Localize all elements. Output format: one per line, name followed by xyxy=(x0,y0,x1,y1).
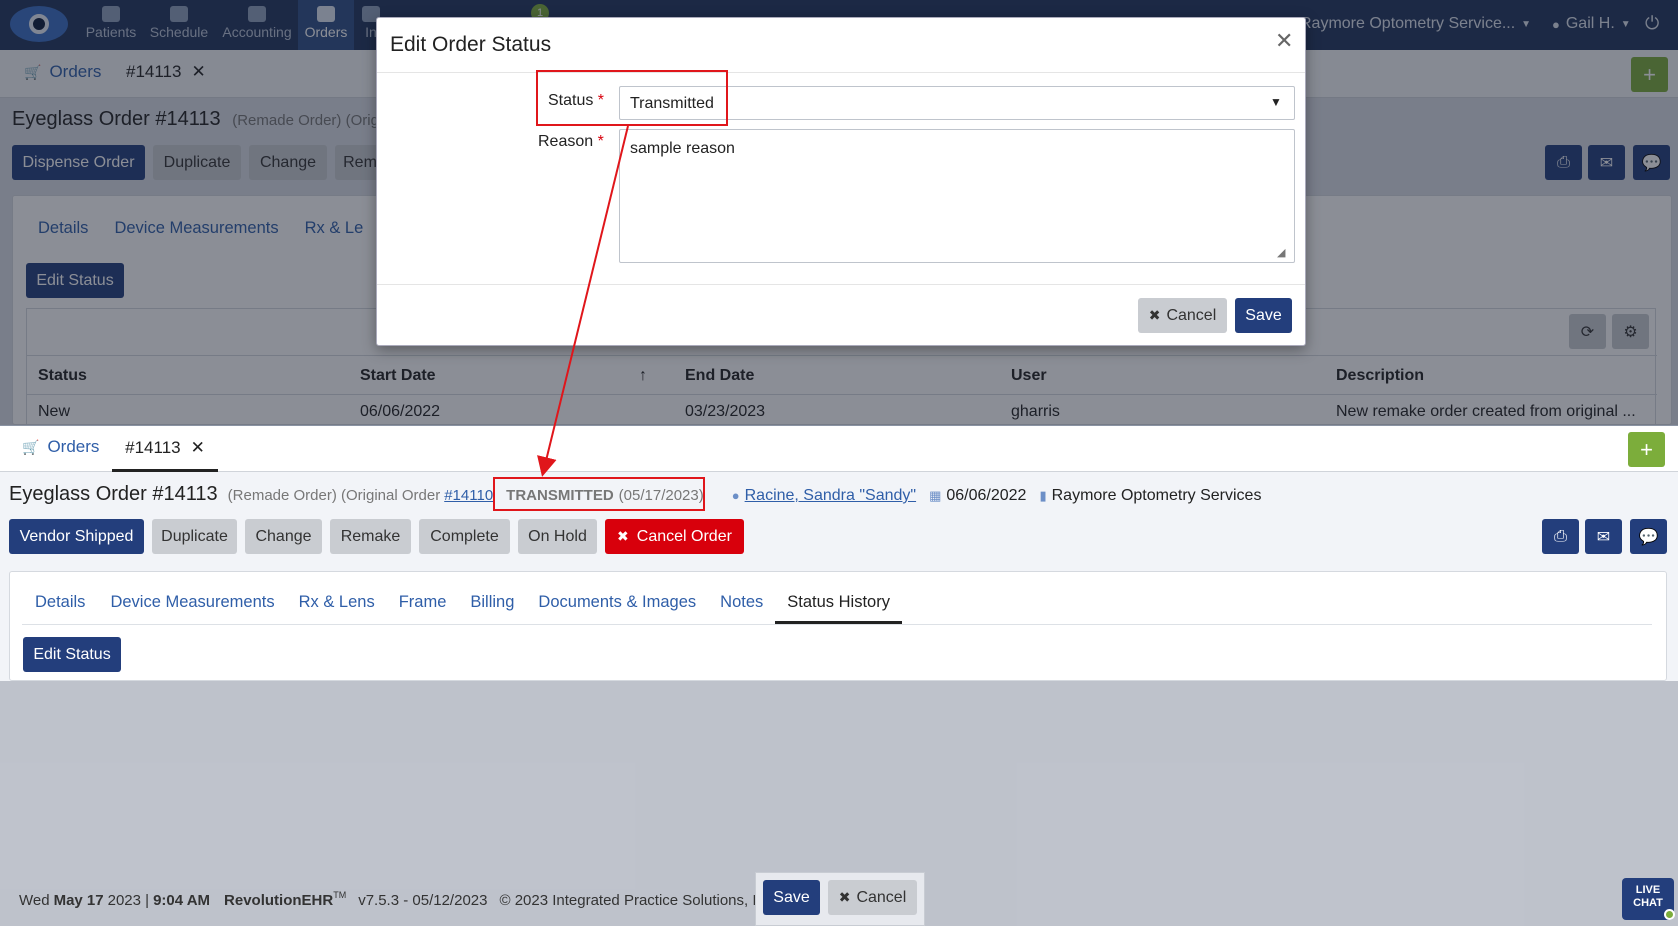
arrow-line xyxy=(537,125,629,477)
annotation-arrow xyxy=(537,125,629,477)
